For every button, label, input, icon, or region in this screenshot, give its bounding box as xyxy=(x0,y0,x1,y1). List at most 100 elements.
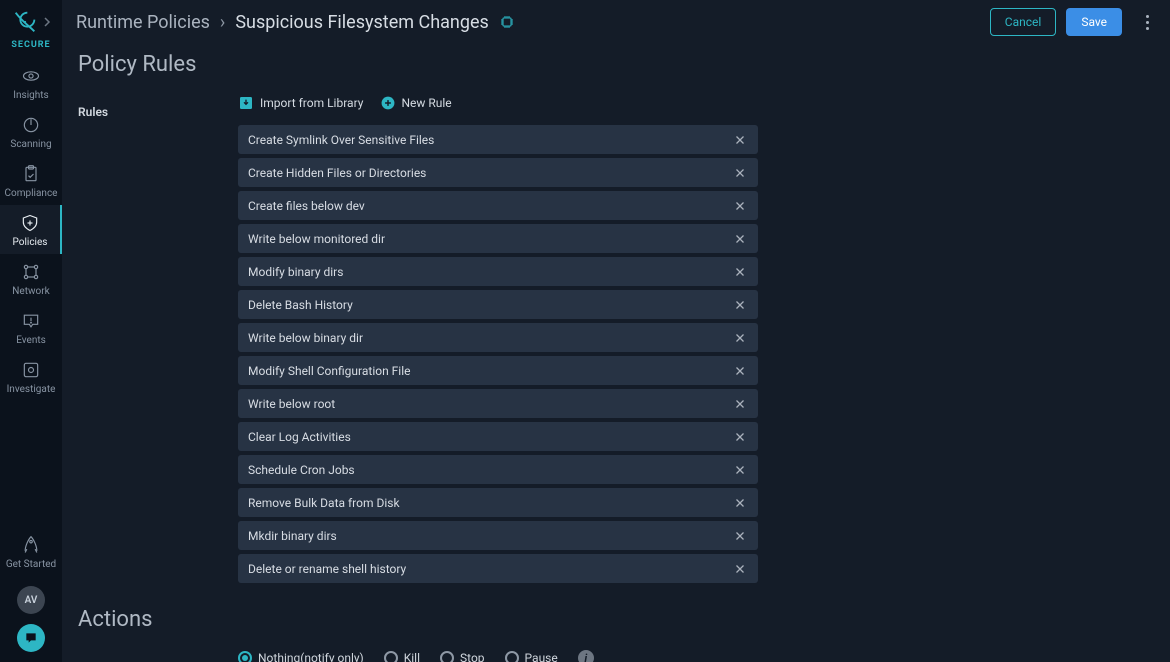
remove-rule-button[interactable] xyxy=(730,427,750,447)
rule-name: Write below binary dir xyxy=(248,331,730,345)
rule-item[interactable]: Write below root xyxy=(238,389,758,418)
rule-name: Create Symlink Over Sensitive Files xyxy=(248,133,730,147)
container-action-radio[interactable]: Stop xyxy=(440,651,485,662)
container-action-radios: Nothing(notify only) Kill Stop Pause i xyxy=(238,650,758,662)
remove-rule-button[interactable] xyxy=(730,196,750,216)
more-menu-button[interactable] xyxy=(1138,15,1156,30)
radio-icon xyxy=(440,651,454,662)
radio-label: Kill xyxy=(404,651,420,662)
remove-rule-button[interactable] xyxy=(730,262,750,282)
rule-item[interactable]: Delete Bash History xyxy=(238,290,758,319)
remove-rule-button[interactable] xyxy=(730,361,750,381)
close-icon xyxy=(734,233,746,245)
breadcrumb-parent[interactable]: Runtime Policies xyxy=(76,12,210,33)
close-icon xyxy=(734,167,746,179)
chevron-right-icon xyxy=(43,17,51,27)
rule-name: Modify Shell Configuration File xyxy=(248,364,730,378)
events-icon xyxy=(20,311,42,331)
cancel-button[interactable]: Cancel xyxy=(990,8,1057,36)
rules-label: Rules xyxy=(78,95,238,119)
rule-name: Write below root xyxy=(248,397,730,411)
container-action-radio[interactable]: Pause xyxy=(505,651,558,662)
rule-name: Schedule Cron Jobs xyxy=(248,463,730,477)
sidebar-item-network[interactable]: Network xyxy=(0,254,62,303)
plus-circle-icon xyxy=(381,96,395,110)
import-from-library-button[interactable]: Import from Library xyxy=(238,95,363,111)
avatar[interactable]: AV xyxy=(17,586,45,614)
rule-name: Delete or rename shell history xyxy=(248,562,730,576)
sidebar-item-policies[interactable]: Policies xyxy=(0,205,62,254)
close-icon xyxy=(734,464,746,476)
sidebar-item-events[interactable]: Events xyxy=(0,303,62,352)
rule-item[interactable]: Write below binary dir xyxy=(238,323,758,352)
policies-icon xyxy=(19,213,41,233)
remove-rule-button[interactable] xyxy=(730,295,750,315)
close-icon xyxy=(734,332,746,344)
chat-button[interactable] xyxy=(17,624,45,652)
rule-name: Clear Log Activities xyxy=(248,430,730,444)
rule-item[interactable]: Mkdir binary dirs xyxy=(238,521,758,550)
rule-name: Mkdir binary dirs xyxy=(248,529,730,543)
radio-label: Pause xyxy=(525,651,558,662)
remove-rule-button[interactable] xyxy=(730,493,750,513)
compliance-icon xyxy=(20,164,42,184)
rule-item[interactable]: Create files below dev xyxy=(238,191,758,220)
brand-logo[interactable] xyxy=(11,8,51,36)
sidebar-item-compliance[interactable]: Compliance xyxy=(0,156,62,205)
remove-rule-button[interactable] xyxy=(730,460,750,480)
remove-rule-button[interactable] xyxy=(730,394,750,414)
close-icon xyxy=(734,431,746,443)
close-icon xyxy=(734,497,746,509)
close-icon xyxy=(734,299,746,311)
header: Runtime Policies › Suspicious Filesystem… xyxy=(62,0,1170,44)
rule-item[interactable]: Remove Bulk Data from Disk xyxy=(238,488,758,517)
radio-label: Nothing(notify only) xyxy=(258,651,364,662)
save-button[interactable]: Save xyxy=(1066,8,1122,36)
chip-icon xyxy=(499,14,515,30)
remove-rule-button[interactable] xyxy=(730,559,750,579)
close-icon xyxy=(734,266,746,278)
rule-item[interactable]: Create Hidden Files or Directories xyxy=(238,158,758,187)
rule-item[interactable]: Modify Shell Configuration File xyxy=(238,356,758,385)
remove-rule-button[interactable] xyxy=(730,526,750,546)
radio-icon xyxy=(505,651,519,662)
rule-item[interactable]: Create Symlink Over Sensitive Files xyxy=(238,125,758,154)
rule-name: Delete Bash History xyxy=(248,298,730,312)
remove-rule-button[interactable] xyxy=(730,163,750,183)
network-icon xyxy=(20,262,42,282)
section-title-actions: Actions xyxy=(78,607,1154,632)
rule-item[interactable]: Write below monitored dir xyxy=(238,224,758,253)
sidebar-item-scanning[interactable]: Scanning xyxy=(0,107,62,156)
rule-item[interactable]: Modify binary dirs xyxy=(238,257,758,286)
new-rule-button[interactable]: New Rule xyxy=(381,96,451,110)
info-icon[interactable]: i xyxy=(578,650,594,662)
investigate-icon xyxy=(20,360,42,380)
close-icon xyxy=(734,200,746,212)
rocket-icon xyxy=(20,535,42,555)
remove-rule-button[interactable] xyxy=(730,130,750,150)
radio-icon xyxy=(238,651,252,662)
rule-item[interactable]: Clear Log Activities xyxy=(238,422,758,451)
sidebar-item-get-started[interactable]: Get Started xyxy=(0,527,62,576)
rule-list: Create Symlink Over Sensitive Files Creat… xyxy=(238,125,758,583)
radio-label: Stop xyxy=(460,651,485,662)
remove-rule-button[interactable] xyxy=(730,229,750,249)
rule-item[interactable]: Delete or rename shell history xyxy=(238,554,758,583)
main-content: Policy Rules Rules Import from Library xyxy=(62,44,1170,662)
sidebar-item-investigate[interactable]: Investigate xyxy=(0,352,62,401)
radio-icon xyxy=(384,651,398,662)
rule-name: Create files below dev xyxy=(248,199,730,213)
container-action-radio[interactable]: Nothing(notify only) xyxy=(238,651,364,662)
containers-label: Containers xyxy=(78,650,238,662)
remove-rule-button[interactable] xyxy=(730,328,750,348)
breadcrumb-separator: › xyxy=(220,12,225,33)
brand-label: SECURE xyxy=(11,40,50,50)
sidebar-item-insights[interactable]: Insights xyxy=(0,58,62,107)
section-title-rules: Policy Rules xyxy=(78,52,1154,77)
rule-item[interactable]: Schedule Cron Jobs xyxy=(238,455,758,484)
container-action-radio[interactable]: Kill xyxy=(384,651,420,662)
close-icon xyxy=(734,398,746,410)
close-icon xyxy=(734,365,746,377)
insights-icon xyxy=(20,66,42,86)
sidebar: SECURE Insights Scanning Compliance Poli… xyxy=(0,0,62,662)
